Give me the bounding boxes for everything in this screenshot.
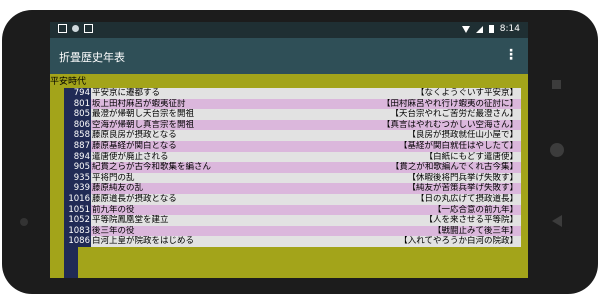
home-icon[interactable]: [550, 143, 564, 157]
navigation-bar: [548, 80, 568, 230]
year-cell: 801: [64, 98, 91, 110]
mnemonic-text: 【基経が関白就任はやしたて】: [398, 140, 518, 151]
timeline-row[interactable]: 1016 藤原道長が摂政となる 【日の丸広げて摂政道長】: [64, 193, 521, 205]
event-text: 最澄が帰朝し天台宗を開祖: [92, 109, 195, 120]
year-cell: 794: [64, 88, 91, 99]
app-title: 折畳歴史年表: [59, 51, 125, 64]
mnemonic-text: 【入れてやろうか白河の院政】: [399, 236, 518, 247]
mnemonic-text: 【純友が苦策兵挙げ失敗す】: [407, 183, 518, 194]
mnemonic-text: 【人を来させる平等院】: [424, 215, 518, 226]
event-text: 平将門の乱: [92, 172, 135, 183]
mnemonic-text: 【田村麻呂やれ行け蝦夷の征討に】: [381, 98, 518, 109]
mnemonic-text: 【貫之が和歌編んでくれ古今集】: [390, 162, 518, 173]
year-cell: 939: [64, 183, 91, 194]
timeline-row[interactable]: 806 空海が帰朝し真言宗を開祖 【真言はやれむつかしい空海さん】: [64, 119, 521, 131]
year-cell: 806: [64, 119, 91, 131]
event-text: 空海が帰朝し真言宗を開祖: [92, 119, 195, 130]
mnemonic-text: 【白紙にもどす遣唐使】: [424, 151, 518, 162]
event-text: 藤原道長が摂政となる: [92, 193, 177, 204]
era-label: 平安時代: [50, 77, 87, 87]
event-text: 平安京に遷都する: [92, 88, 161, 98]
timeline-row[interactable]: 805 最澄が帰朝し天台宗を開祖 【天台宗やれご苦労だ最澄さん】: [64, 109, 521, 120]
mnemonic-text: 【なくようぐいす平安京】: [415, 88, 518, 98]
wifi-icon: [461, 25, 470, 33]
timeline-row[interactable]: 1052 平等院鳳凰堂を建立 【人を来させる平等院】: [64, 215, 521, 226]
mnemonic-text: 【一応合意の前九年】: [432, 204, 518, 215]
event-cell: 紀貫之らが古今和歌集を編さん 【貫之が和歌編んでくれ古今集】: [91, 162, 521, 173]
status-bar: 8:14: [50, 22, 528, 38]
status-left-icons: [58, 24, 93, 33]
event-cell: 坂上田村麻呂が蝦夷征討 【田村麻呂やれ行け蝦夷の征討に】: [91, 98, 521, 110]
timeline-row[interactable]: 894 遣唐使が廃止される 【白紙にもどす遣唐使】: [64, 151, 521, 163]
status-time: 8:14: [499, 24, 520, 34]
sync-icon: [72, 25, 79, 32]
mnemonic-text: 【真言はやれむつかしい空海さん】: [381, 119, 518, 130]
timeline-row[interactable]: 1083 後三年の役 【戦闘止みて後三年】: [64, 225, 521, 237]
event-cell: 白河上皇が院政をはじめる 【入れてやろうか白河の院政】: [91, 236, 521, 247]
event-cell: 平等院鳳凰堂を建立 【人を来させる平等院】: [91, 215, 521, 226]
recents-icon[interactable]: [552, 80, 561, 89]
event-text: 前九年の役: [92, 204, 135, 215]
timeline-row[interactable]: 939 藤原純友の乱 【純友が苦策兵挙げ失敗す】: [64, 183, 521, 194]
year-cell: 1083: [64, 225, 91, 237]
timeline-list[interactable]: 794 平安京に遷都する 【なくようぐいす平安京】 801 坂上田村麻呂が蝦夷征討 【田村…: [64, 88, 521, 247]
event-cell: 平安京に遷都する 【なくようぐいす平安京】: [91, 88, 521, 99]
event-cell: 最澄が帰朝し天台宗を開祖 【天台宗やれご苦労だ最澄さん】: [91, 109, 521, 120]
event-text: 平等院鳳凰堂を建立: [92, 215, 169, 226]
app-screen: 8:14 折畳歴史年表 ⋮ 平安時代 794 平安京に遷都する 【なくようぐいす平安…: [50, 22, 528, 278]
event-text: 坂上田村麻呂が蝦夷征討: [92, 98, 186, 109]
timeline-row[interactable]: 905 紀貫之らが古今和歌集を編さん 【貫之が和歌編んでくれ古今集】: [64, 162, 521, 173]
event-text: 紀貫之らが古今和歌集を編さん: [92, 162, 212, 173]
back-icon[interactable]: [552, 215, 562, 227]
year-cell: 858: [64, 130, 91, 141]
event-cell: 遣唐使が廃止される 【白紙にもどす遣唐使】: [91, 151, 521, 163]
mnemonic-text: 【日の丸広げて摂政道長】: [415, 193, 518, 204]
year-cell: 887: [64, 140, 91, 152]
camera-dot: [20, 218, 28, 226]
event-text: 遣唐使が廃止される: [92, 151, 169, 162]
battery-icon: [488, 25, 494, 33]
event-cell: 藤原良房が摂政となる 【良房が摂政就任山小屋で】: [91, 130, 521, 141]
event-text: 後三年の役: [92, 225, 135, 236]
year-cell: 1016: [64, 193, 91, 205]
year-cell: 805: [64, 109, 91, 120]
storage-icon: [84, 24, 93, 33]
signal-icon: [475, 25, 483, 33]
event-cell: 空海が帰朝し真言宗を開祖 【真言はやれむつかしい空海さん】: [91, 119, 521, 131]
event-cell: 藤原純友の乱 【純友が苦策兵挙げ失敗す】: [91, 183, 521, 194]
year-cell: 1086: [64, 236, 91, 247]
year-cell: 935: [64, 172, 91, 184]
event-cell: 藤原基経が関白となる 【基経が関白就任はやしたて】: [91, 140, 521, 152]
timeline-row[interactable]: 935 平将門の乱 【休暇後将門兵挙げ失敗す】: [64, 172, 521, 184]
event-text: 白河上皇が院政をはじめる: [92, 236, 195, 247]
timeline-row[interactable]: 794 平安京に遷都する 【なくようぐいす平安京】: [64, 88, 521, 99]
timeline-row[interactable]: 1086 白河上皇が院政をはじめる 【入れてやろうか白河の院政】: [64, 236, 521, 247]
overflow-menu-icon[interactable]: ⋮: [504, 48, 518, 62]
event-cell: 前九年の役 【一応合意の前九年】: [91, 204, 521, 216]
app-bar: 折畳歴史年表 ⋮: [50, 38, 528, 74]
year-cell: 894: [64, 151, 91, 163]
timeline-row[interactable]: 801 坂上田村麻呂が蝦夷征討 【田村麻呂やれ行け蝦夷の征討に】: [64, 98, 521, 110]
mnemonic-text: 【良房が摂政就任山小屋で】: [407, 130, 518, 141]
year-cell: 905: [64, 162, 91, 173]
event-text: 藤原良房が摂政となる: [92, 130, 177, 141]
event-cell: 後三年の役 【戦闘止みて後三年】: [91, 225, 521, 237]
era-header[interactable]: 平安時代: [50, 74, 528, 88]
year-cell: 1052: [64, 215, 91, 226]
event-text: 藤原純友の乱: [92, 183, 144, 194]
event-text: 藤原基経が関白となる: [92, 140, 177, 151]
event-cell: 藤原道長が摂政となる 【日の丸広げて摂政道長】: [91, 193, 521, 205]
timeline-row[interactable]: 858 藤原良房が摂政となる 【良房が摂政就任山小屋で】: [64, 130, 521, 141]
event-cell: 平将門の乱 【休暇後将門兵挙げ失敗す】: [91, 172, 521, 184]
notification-icon: [58, 24, 67, 33]
year-cell: 1051: [64, 204, 91, 216]
status-right-icons: 8:14: [461, 24, 520, 34]
timeline-row[interactable]: 1051 前九年の役 【一応合意の前九年】: [64, 204, 521, 216]
mnemonic-text: 【天台宗やれご苦労だ最澄さん】: [390, 109, 518, 120]
timeline-panel: 794 平安京に遷都する 【なくようぐいす平安京】 801 坂上田村麻呂が蝦夷征討 【田村…: [50, 88, 528, 278]
timeline-row[interactable]: 887 藤原基経が関白となる 【基経が関白就任はやしたて】: [64, 140, 521, 152]
mnemonic-text: 【戦闘止みて後三年】: [432, 225, 518, 236]
mnemonic-text: 【休暇後将門兵挙げ失敗す】: [407, 172, 518, 183]
